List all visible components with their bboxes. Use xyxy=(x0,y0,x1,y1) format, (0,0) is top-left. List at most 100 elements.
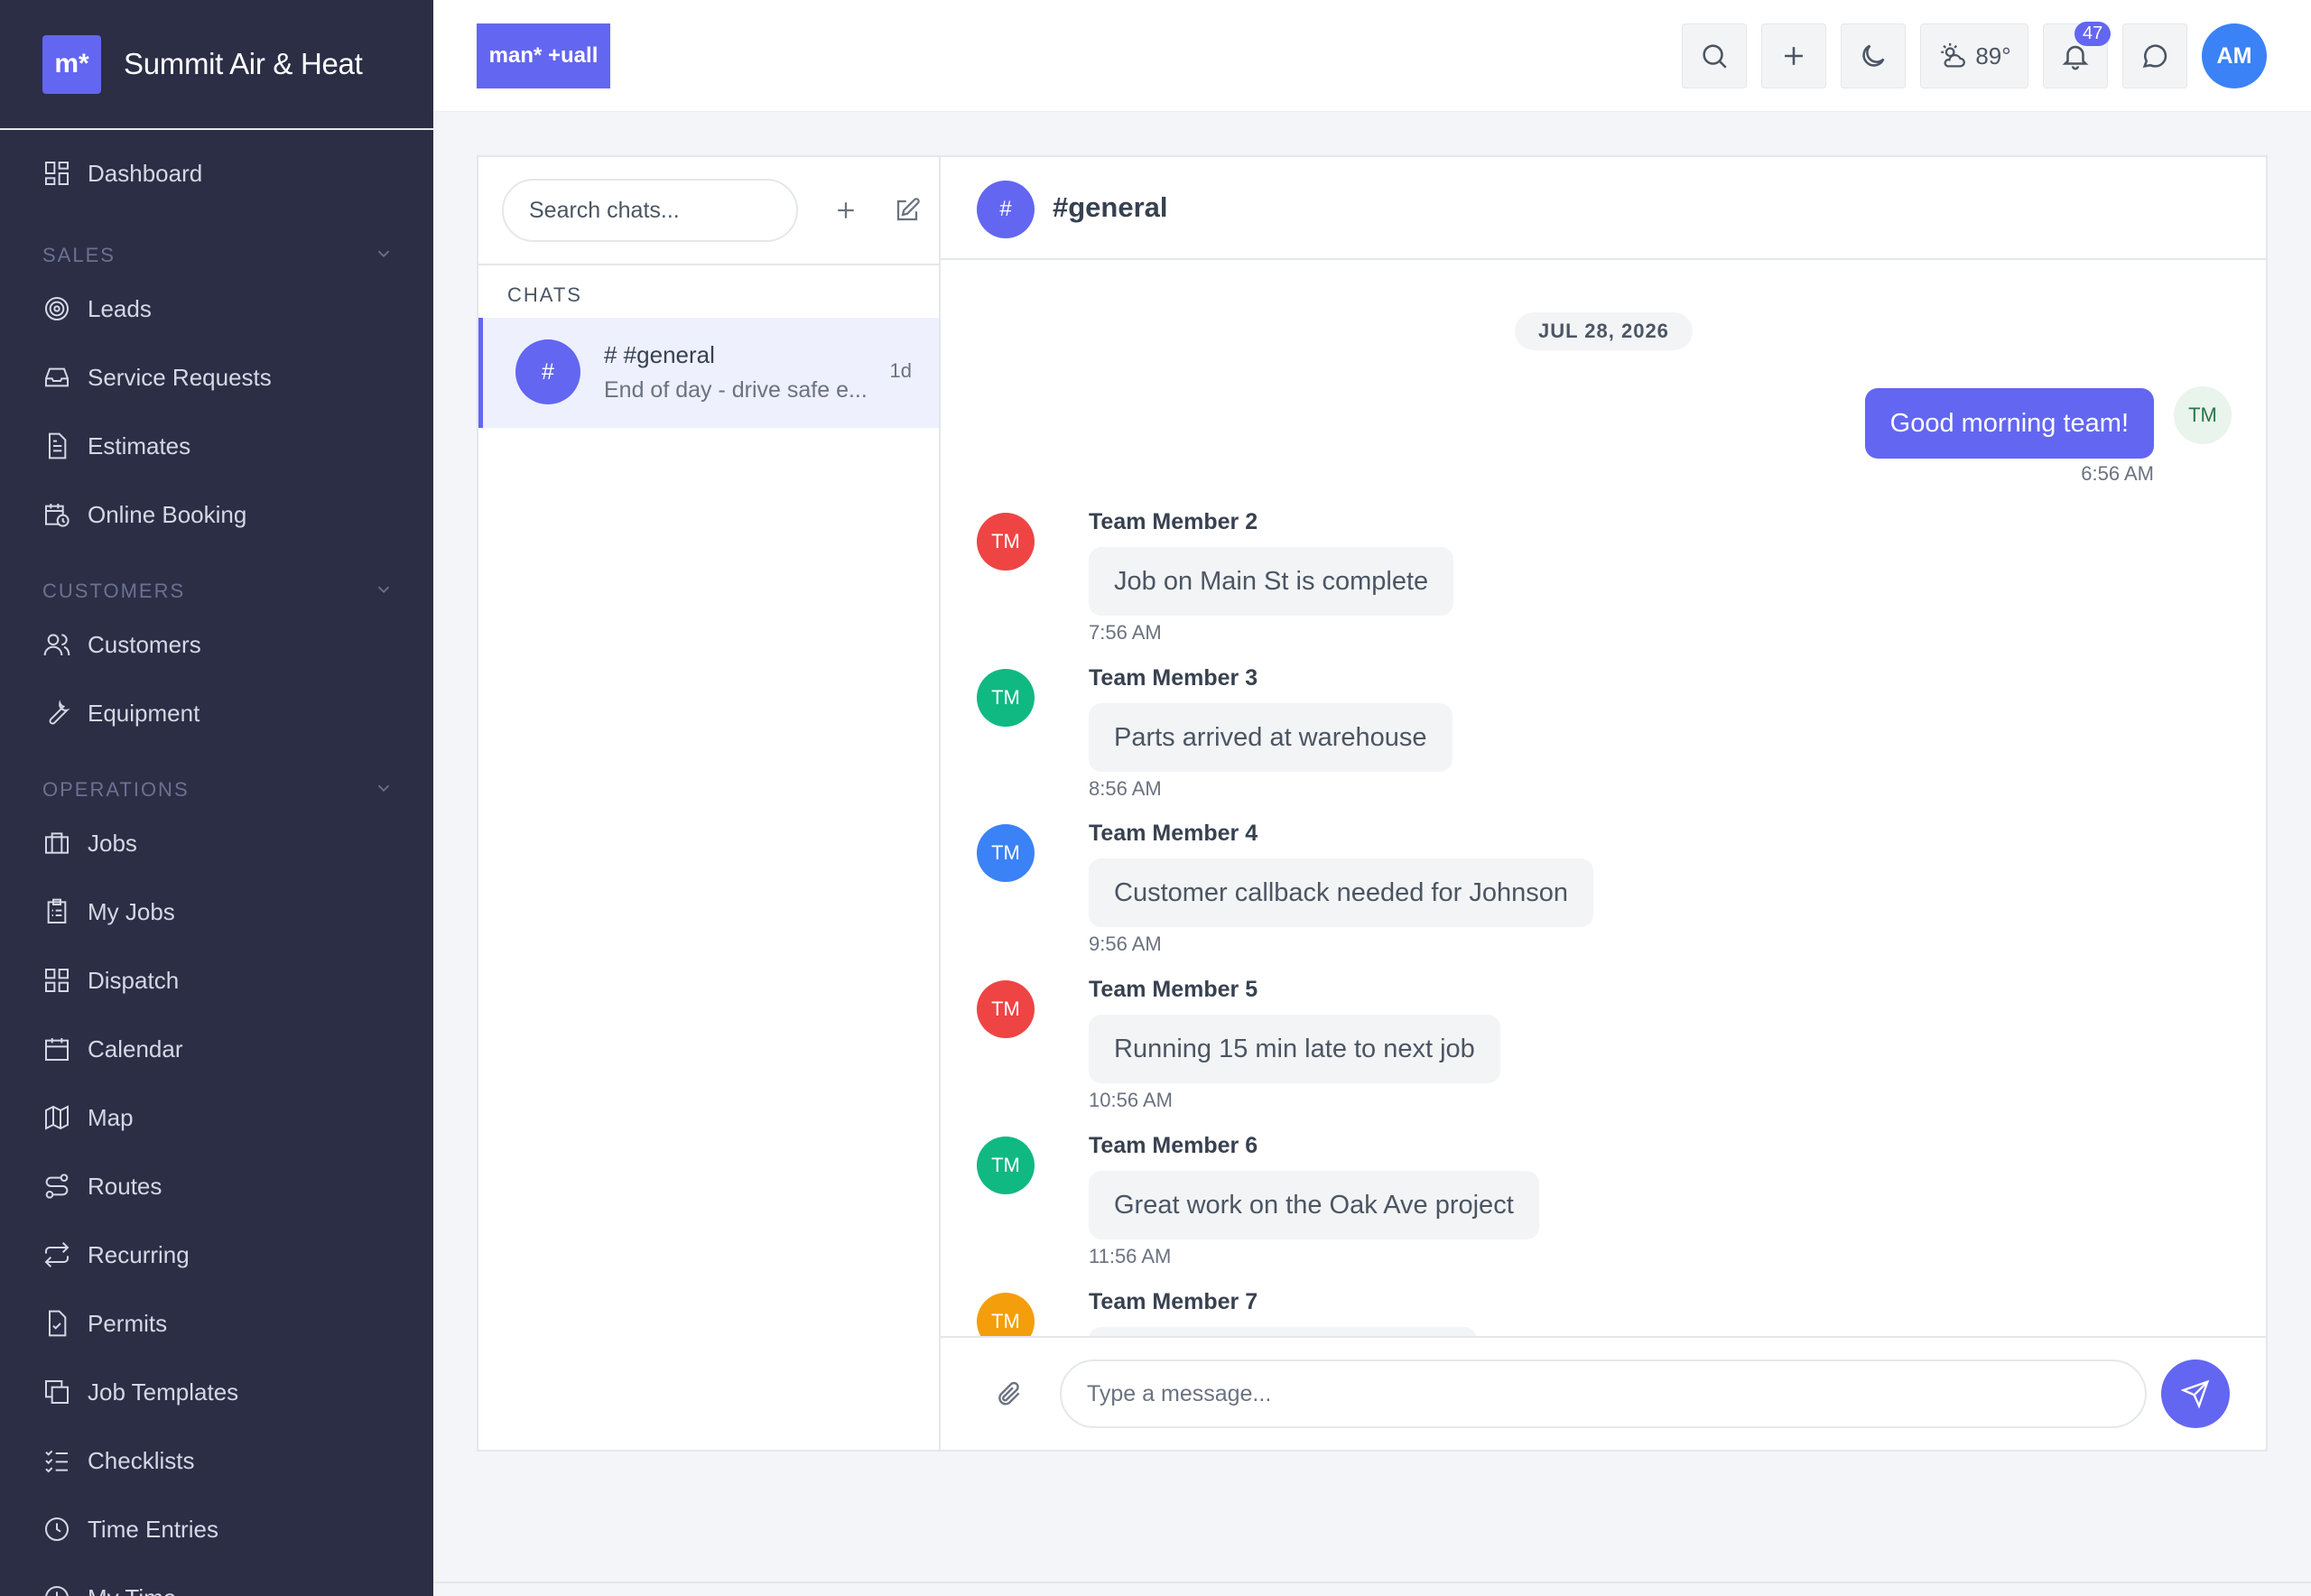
grid-icon xyxy=(45,969,69,992)
sidebar-item-permits[interactable]: Permits xyxy=(0,1289,433,1358)
sidebar-item-dashboard[interactable]: Dashboard xyxy=(0,139,433,208)
sidebar-item-label: Equipment xyxy=(88,699,200,727)
conversation-header: # #general xyxy=(941,157,2266,260)
new-chat-button[interactable] xyxy=(832,197,859,228)
chat-panel: CHATS # # #general End of day - drive sa… xyxy=(477,155,2268,1452)
document-icon xyxy=(49,432,67,459)
sidebar-item-estimates[interactable]: Estimates xyxy=(0,412,433,480)
sidebar-item-jobs[interactable]: Jobs xyxy=(0,809,433,877)
topbar: man* +uall 89° 47 AM xyxy=(433,0,2311,112)
sender-name: Team Member 7 xyxy=(1089,1289,1258,1314)
sidebar-item-routes[interactable]: Routes xyxy=(0,1152,433,1220)
partly-cloudy-icon xyxy=(1941,42,1966,68)
attach-button[interactable] xyxy=(995,1379,1024,1413)
sender-avatar: TM xyxy=(977,980,1035,1038)
search-chats-input[interactable] xyxy=(502,179,798,242)
own-avatar: TM xyxy=(2174,386,2232,444)
sidebar-item-label: Dashboard xyxy=(88,159,203,187)
search-button[interactable] xyxy=(1682,23,1747,88)
chat-list: CHATS # # #general End of day - drive sa… xyxy=(478,157,941,1450)
message-composer xyxy=(941,1336,2266,1450)
chat-item-general[interactable]: # # #general End of day - drive safe e..… xyxy=(478,318,939,428)
search-icon xyxy=(1703,44,1727,69)
message-input[interactable] xyxy=(1060,1359,2147,1428)
weather-temp: 89° xyxy=(1975,42,2011,70)
sender-name: Team Member 2 xyxy=(1089,509,1258,534)
message-time: 10:56 AM xyxy=(1089,1089,1173,1111)
plus-icon xyxy=(1785,47,1803,65)
send-button[interactable] xyxy=(2161,1359,2230,1428)
target-icon xyxy=(45,297,69,320)
plus-icon xyxy=(838,202,854,218)
conversation: # #general JUL 28, 2026 Good morning tea… xyxy=(941,157,2266,1450)
chat-name: # #general xyxy=(604,341,715,368)
theme-toggle-button[interactable] xyxy=(1841,23,1906,88)
message-time: 11:56 AM xyxy=(1089,1245,1172,1267)
copy-icon xyxy=(45,1380,69,1404)
sidebar-item-dispatch[interactable]: Dispatch xyxy=(0,946,433,1015)
sender-avatar: TM xyxy=(977,1293,1035,1338)
section-sales[interactable]: SALES xyxy=(0,213,433,274)
sidebar-item-recurring[interactable]: Recurring xyxy=(0,1220,433,1289)
sender-name: Team Member 5 xyxy=(1089,977,1258,1002)
sidebar-item-customers[interactable]: Customers xyxy=(0,610,433,679)
message-time: 9:56 AM xyxy=(1089,933,1162,955)
users-icon xyxy=(43,634,70,656)
compose-button[interactable] xyxy=(894,197,921,228)
edit-icon xyxy=(896,198,920,221)
channel-title: #general xyxy=(1053,191,1168,223)
brand[interactable]: m* Summit Air & Heat xyxy=(0,0,433,130)
sidebar-item-time-entries[interactable]: Time Entries xyxy=(0,1495,433,1564)
message-list[interactable]: JUL 28, 2026 Good morning team! TM 6:56 … xyxy=(941,262,2266,1338)
sidebar-item-online-booking[interactable]: Online Booking xyxy=(0,480,433,549)
notification-count-badge: 47 xyxy=(2074,22,2111,46)
message-time: 7:56 AM xyxy=(1089,621,1162,644)
clock-icon xyxy=(45,1517,69,1541)
sender-avatar: TM xyxy=(977,1137,1035,1194)
footer-divider xyxy=(433,1582,2311,1583)
sidebar-item-checklists[interactable]: Checklists xyxy=(0,1426,433,1495)
sidebar-item-equipment[interactable]: Equipment xyxy=(0,679,433,747)
sidebar-item-label: Service Requests xyxy=(88,363,272,391)
section-customers[interactable]: CUSTOMERS xyxy=(0,549,433,610)
sender-avatar: TM xyxy=(977,824,1035,882)
chat-avatar: # xyxy=(515,339,580,404)
sidebar-item-label: Leads xyxy=(88,294,152,322)
calendar-icon xyxy=(45,1038,69,1061)
channel-avatar: # xyxy=(977,181,1035,238)
weather-widget[interactable]: 89° xyxy=(1920,23,2028,88)
document-check-icon xyxy=(49,1310,67,1337)
app-logo[interactable]: man* +uall xyxy=(477,23,610,88)
sidebar-item-my-time[interactable]: My Time xyxy=(0,1564,433,1596)
notifications-button[interactable]: 47 xyxy=(2043,22,2111,88)
section-title: SALES xyxy=(42,244,116,266)
sender-name: Team Member 6 xyxy=(1089,1133,1258,1158)
section-operations[interactable]: OPERATIONS xyxy=(0,747,433,809)
messages-button[interactable] xyxy=(2122,23,2187,88)
sidebar-item-job-templates[interactable]: Job Templates xyxy=(0,1358,433,1426)
clock-icon xyxy=(45,1586,69,1596)
sidebar-item-map[interactable]: Map xyxy=(0,1083,433,1152)
add-button[interactable] xyxy=(1761,23,1826,88)
checklist-icon xyxy=(45,1450,68,1473)
sidebar-item-calendar[interactable]: Calendar xyxy=(0,1015,433,1083)
sidebar-item-label: Customers xyxy=(88,630,201,658)
sidebar-item-label: Calendar xyxy=(88,1035,183,1062)
user-avatar[interactable]: AM xyxy=(2202,23,2267,88)
sender-avatar: TM xyxy=(977,669,1035,727)
own-message-bubble: Good morning team! xyxy=(1864,388,2154,459)
inbox-icon xyxy=(45,367,69,387)
chevron-down-icon xyxy=(377,784,390,793)
sidebar-item-label: My Jobs xyxy=(88,897,175,925)
sidebar-item-label: Dispatch xyxy=(88,966,180,994)
sidebar-item-my-jobs[interactable]: My Jobs xyxy=(0,877,433,946)
sender-avatar: TM xyxy=(977,513,1035,571)
sidebar-item-label: Time Entries xyxy=(88,1515,218,1543)
sidebar-item-label: Jobs xyxy=(88,829,137,857)
sidebar-item-leads[interactable]: Leads xyxy=(0,274,433,343)
section-title: OPERATIONS xyxy=(42,778,190,801)
moon-icon xyxy=(1862,44,1885,67)
sidebar-item-service-requests[interactable]: Service Requests xyxy=(0,343,433,412)
sidebar-item-label: Estimates xyxy=(88,431,191,459)
message-time: 8:56 AM xyxy=(1089,777,1162,800)
